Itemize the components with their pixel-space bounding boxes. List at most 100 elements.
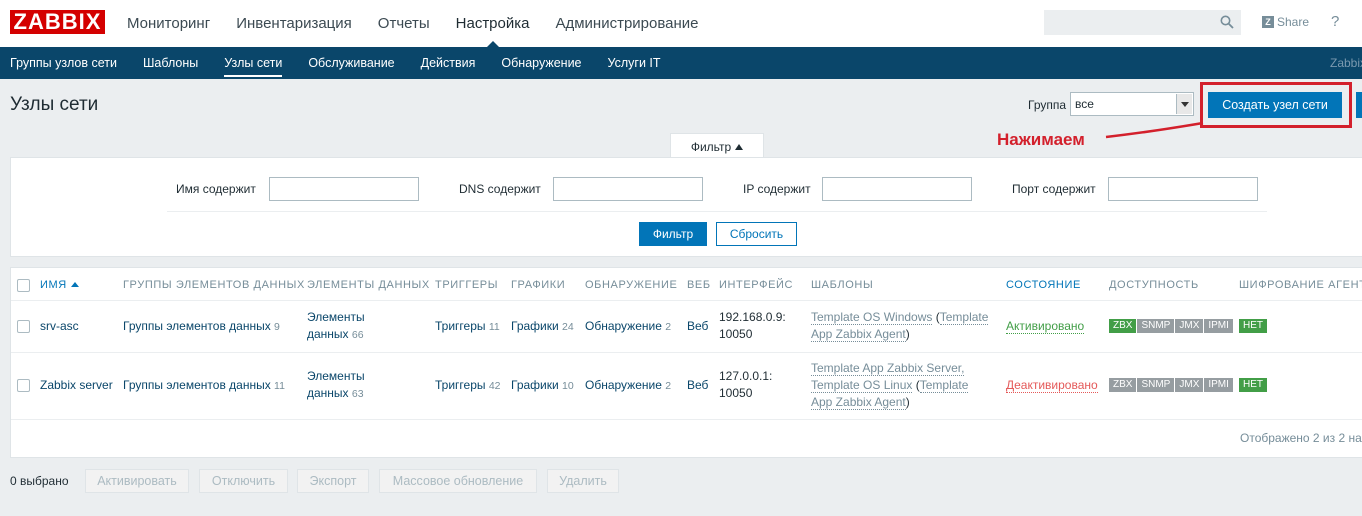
hosts-table: ИМЯ ГРУППЫ ЭЛЕМЕНТОВ ДАННЫХ ЭЛЕМЕНТЫ ДАН… xyxy=(10,267,1362,458)
row-divider xyxy=(11,419,1362,420)
search-input[interactable] xyxy=(1044,10,1241,35)
sub-menu-maintenance[interactable]: Обслуживание xyxy=(295,47,407,79)
search-icon[interactable] xyxy=(1220,15,1234,29)
delete-button[interactable]: Удалить xyxy=(547,469,619,493)
status-badge[interactable]: Деактивировано xyxy=(1006,378,1098,393)
column-header-availability: ДОСТУПНОСТЬ xyxy=(1109,279,1199,291)
top-bar: ZABBIX Мониторинг Инвентаризация Отчеты … xyxy=(0,0,1362,47)
sub-menu-it-services[interactable]: Услуги IT xyxy=(595,47,674,79)
column-header-discovery: ОБНАРУЖЕНИЕ xyxy=(585,279,678,291)
page-title: Узлы сети xyxy=(10,94,99,115)
discovery-link[interactable]: Обнаружение xyxy=(585,319,662,333)
sub-menu-host-groups[interactable]: Группы узлов сети xyxy=(0,47,130,79)
filter-dns-label: DNS содержит xyxy=(459,182,541,196)
interface-value: 127.0.0.1: 10050 xyxy=(719,368,772,402)
server-name-label: Zabbix xyxy=(1330,56,1362,70)
group-select-value: все xyxy=(1075,97,1094,111)
filter-ip-label: IP содержит xyxy=(743,182,811,196)
web-link[interactable]: Веб xyxy=(687,319,708,333)
import-button[interactable] xyxy=(1356,92,1362,118)
filter-dns-input[interactable] xyxy=(553,177,703,201)
filter-port-label: Порт содержит xyxy=(1012,182,1096,196)
triggers-count: 11 xyxy=(488,321,500,333)
top-menu-monitoring[interactable]: Мониторинг xyxy=(114,0,223,47)
share-icon: Z xyxy=(1262,16,1274,28)
host-name-link[interactable]: srv-asc xyxy=(40,319,79,333)
items-link-line2: данных xyxy=(307,327,349,341)
availability-jmx: JMX xyxy=(1175,319,1204,333)
template-link[interactable]: Template App Zabbix Server, xyxy=(811,361,965,376)
filter-tab-label: Фильтр xyxy=(690,140,732,154)
top-menu-administration[interactable]: Администрирование xyxy=(542,0,711,47)
template-link[interactable]: Template OS Windows xyxy=(811,310,933,325)
select-all-checkbox[interactable] xyxy=(17,279,30,292)
templates-cell: Template OS Windows (Template App Zabbix … xyxy=(811,309,989,343)
column-header-web: ВЕБ xyxy=(687,279,711,291)
template-paren-open: ( xyxy=(912,378,920,392)
template-link[interactable]: Template xyxy=(919,378,969,393)
graphs-count: 10 xyxy=(562,380,574,392)
top-menu-inventory[interactable]: Инвентаризация xyxy=(223,0,365,47)
top-menu-reports[interactable]: Отчеты xyxy=(365,0,443,47)
zabbix-logo[interactable]: ZABBIX xyxy=(10,10,105,34)
sub-menu-hosts[interactable]: Узлы сети xyxy=(211,47,295,79)
status-badge[interactable]: Активировано xyxy=(1006,319,1085,334)
filter-apply-button[interactable]: Фильтр xyxy=(639,222,707,246)
interface-line1: 127.0.0.1: xyxy=(719,369,773,383)
discovery-link[interactable]: Обнаружение xyxy=(585,378,662,392)
sub-menu-templates[interactable]: Шаблоны xyxy=(130,47,211,79)
encryption-badge: НЕТ xyxy=(1239,319,1267,333)
header-divider xyxy=(11,300,1362,301)
interface-line2: 10050 xyxy=(719,386,753,400)
template-link[interactable]: Template xyxy=(939,310,989,325)
row-checkbox[interactable] xyxy=(17,379,30,392)
column-header-interface: ИНТЕРФЕЙС xyxy=(719,279,794,291)
top-menu-configuration[interactable]: Настройка xyxy=(443,0,543,47)
item-groups-count: 9 xyxy=(274,321,280,333)
item-groups-link[interactable]: Группы элементов данных xyxy=(123,378,271,392)
filter-name-input[interactable] xyxy=(269,177,419,201)
help-link[interactable]: ? xyxy=(1331,13,1339,30)
column-header-status[interactable]: СОСТОЯНИЕ xyxy=(1006,279,1081,291)
filter-panel: Имя содержит DNS содержит IP содержит По… xyxy=(10,157,1362,257)
enable-button[interactable]: Активировать xyxy=(85,469,189,493)
triggers-link[interactable]: Триггеры xyxy=(435,319,486,333)
share-link[interactable]: Z Share xyxy=(1262,15,1309,29)
group-select[interactable]: все xyxy=(1070,92,1194,116)
availability-badges: ZBX SNMP JMX IPMI xyxy=(1109,319,1233,333)
sub-menu-bar: Группы узлов сети Шаблоны Узлы сети Обсл… xyxy=(0,47,1362,79)
caret-up-icon xyxy=(735,144,744,150)
graphs-link[interactable]: Графики xyxy=(511,378,559,392)
graphs-link[interactable]: Графики xyxy=(511,319,559,333)
availability-snmp: SNMP xyxy=(1137,378,1175,392)
web-link[interactable]: Веб xyxy=(687,378,708,392)
column-header-name[interactable]: ИМЯ xyxy=(40,279,79,291)
row-checkbox[interactable] xyxy=(17,320,30,333)
availability-zbx: ZBX xyxy=(1109,319,1137,333)
template-link[interactable]: Template OS Linux xyxy=(811,378,913,393)
mass-update-button[interactable]: Массовое обновление xyxy=(379,469,537,493)
export-button[interactable]: Экспорт xyxy=(297,469,369,493)
discovery-count: 2 xyxy=(665,380,672,392)
disable-button[interactable]: Отключить xyxy=(199,469,288,493)
row-divider xyxy=(11,352,1362,353)
filter-port-input[interactable] xyxy=(1108,177,1258,201)
item-groups-link[interactable]: Группы элементов данных xyxy=(123,319,271,333)
chevron-down-icon[interactable] xyxy=(1176,94,1192,114)
filter-ip-input[interactable] xyxy=(822,177,972,201)
availability-jmx: JMX xyxy=(1175,378,1204,392)
filter-tab[interactable]: Фильтр xyxy=(670,133,764,158)
sub-menu-actions[interactable]: Действия xyxy=(408,47,489,79)
triggers-link[interactable]: Триггеры xyxy=(435,378,486,392)
column-header-encryption: ШИФРОВАНИЕ АГЕНТА xyxy=(1239,279,1362,291)
sub-menu: Группы узлов сети Шаблоны Узлы сети Обсл… xyxy=(0,47,674,79)
template-link[interactable]: App Zabbix Agent xyxy=(811,327,906,342)
filter-reset-button[interactable]: Сбросить xyxy=(716,222,797,246)
encryption-badge: НЕТ xyxy=(1239,378,1267,392)
availability-ipmi: IPMI xyxy=(1204,319,1233,333)
availability-badges: ZBX SNMP JMX IPMI xyxy=(1109,378,1233,392)
create-host-button[interactable]: Создать узел сети xyxy=(1208,92,1342,118)
host-name-link[interactable]: Zabbix server xyxy=(40,378,113,392)
sub-menu-discovery[interactable]: Обнаружение xyxy=(488,47,594,79)
template-link[interactable]: App Zabbix Agent xyxy=(811,395,906,410)
